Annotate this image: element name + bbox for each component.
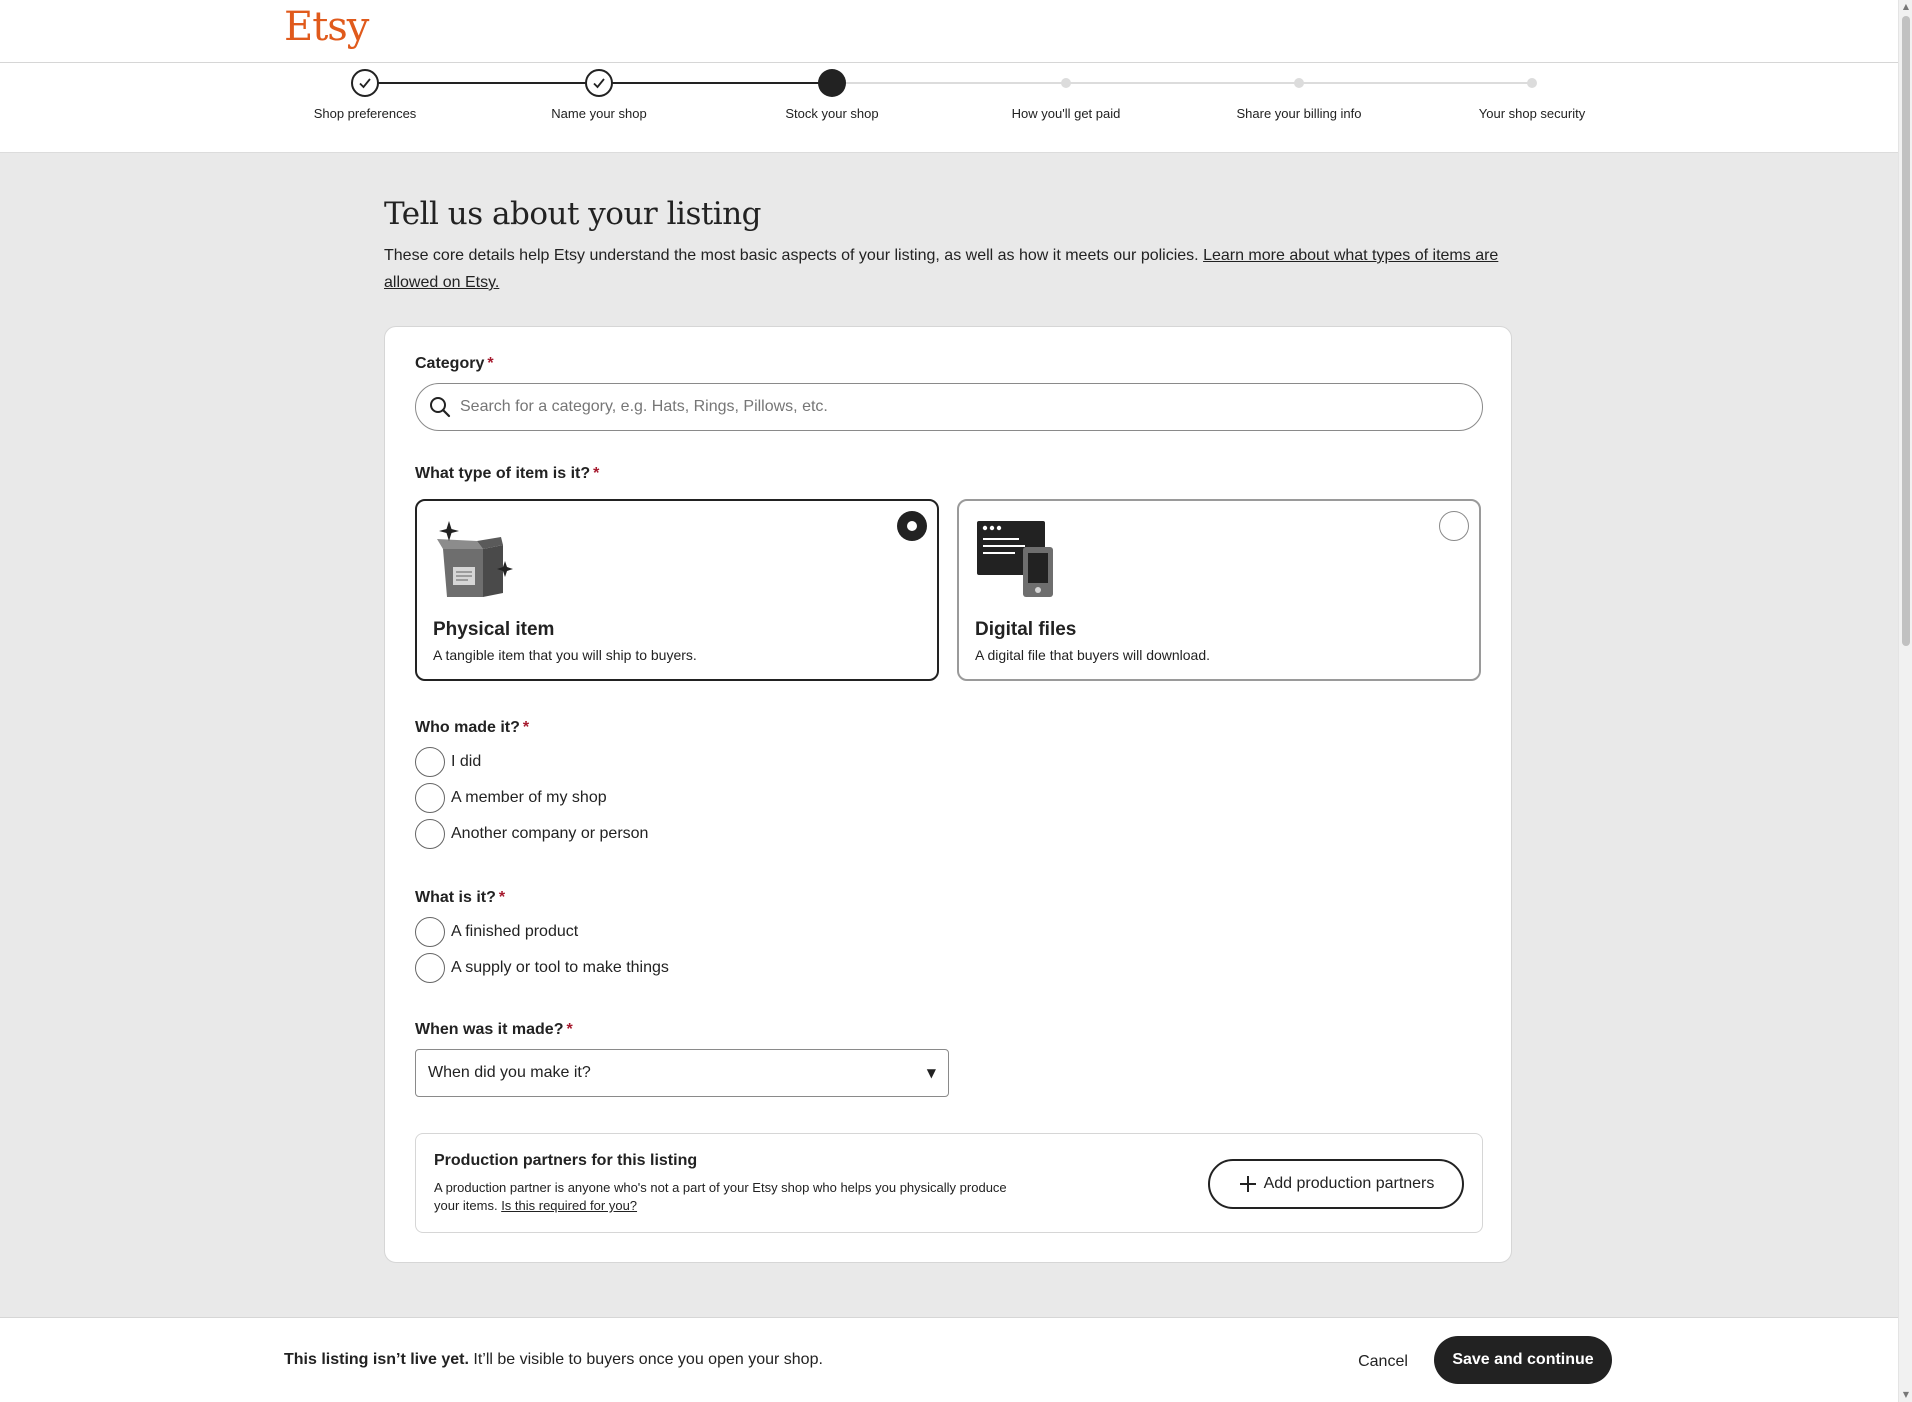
check-icon [585,69,613,97]
what-is-it-label: What is it? * [415,889,505,907]
radio-button[interactable] [415,917,445,947]
listing-status-bold: This listing isn’t live yet. [284,1351,469,1368]
item-type-label-text: What type of item is it? [415,465,591,482]
future-step-dot [1294,78,1304,88]
production-partners-description: A production partner is anyone who's not… [434,1179,1014,1215]
category-search-box[interactable] [415,383,1483,431]
step-label: Share your billing info [1236,106,1362,121]
when-made-label: When was it made? * [415,1021,573,1039]
listing-status-rest: It’ll be visible to buyers once you open… [468,1351,823,1368]
save-and-continue-button[interactable]: Save and continue [1434,1336,1612,1384]
who-made-label-text: Who made it? [415,719,520,736]
who-made-option-i-did[interactable]: I did [415,747,481,777]
step-name-your-shop[interactable]: Name your shop [479,63,719,121]
step-shop-preferences[interactable]: Shop preferences [245,63,485,121]
current-step-dot [818,69,846,97]
digital-files-description: A digital file that buyers will download… [975,647,1211,663]
step-label: Shop preferences [313,106,417,121]
digital-files-icon [977,521,1053,597]
etsy-logo[interactable]: Etsy [284,4,369,50]
radio-button[interactable] [415,819,445,849]
scroll-down-arrow-icon[interactable]: ▼ [1899,1388,1912,1402]
future-step-dot [1061,78,1071,88]
page-title: Tell us about your listing [384,196,762,232]
what-is-it-label-text: What is it? [415,889,496,906]
who-made-label: Who made it? * [415,719,529,737]
future-step-dot [1527,78,1537,88]
action-footer: This listing isn’t live yet. It’ll be vi… [0,1317,1898,1402]
step-shop-security: Your shop security [1412,63,1652,121]
package-icon [437,521,513,597]
required-marker: * [522,719,530,736]
when-made-label-text: When was it made? [415,1021,564,1038]
vertical-scrollbar[interactable]: ▲ ▼ [1898,0,1912,1402]
top-header: Etsy [0,0,1898,63]
plus-icon [1239,1176,1256,1192]
step-how-youll-get-paid: How you'll get paid [946,63,1186,121]
step-label: Your shop security [1478,106,1586,121]
cancel-button[interactable]: Cancel [1346,1341,1420,1383]
digital-files-option[interactable]: Digital files A digital file that buyers… [957,499,1481,681]
radio-label: A member of my shop [451,789,607,806]
what-is-it-option-finished-product[interactable]: A finished product [415,917,578,947]
what-is-it-option-supply[interactable]: A supply or tool to make things [415,953,669,983]
radio-label: I did [451,753,482,770]
required-marker: * [593,465,600,482]
physical-item-description: A tangible item that you will ship to bu… [433,647,697,663]
listing-form-card: Category* What type of item is it?* Phys… [384,326,1512,1263]
progress-stepper: Shop preferences Name your shop Stock yo… [0,63,1898,153]
description-text: These core details help Etsy understand … [384,247,1204,264]
radio-label: A finished product [451,923,579,940]
scrollbar-thumb[interactable] [1902,16,1910,646]
step-share-billing-info: Share your billing info [1179,63,1419,121]
radio-button[interactable] [415,747,445,777]
radio-label: A supply or tool to make things [451,959,669,976]
who-made-option-another-company[interactable]: Another company or person [415,819,648,849]
physical-item-radio[interactable] [897,511,927,541]
category-label: Category * [415,355,494,373]
radio-button[interactable] [415,953,445,983]
physical-item-option[interactable]: Physical item A tangible item that you w… [415,499,939,681]
step-label: How you'll get paid [1011,106,1121,121]
step-label: Stock your shop [785,106,879,121]
add-production-partners-label: Add production partners [1263,1175,1435,1192]
item-type-label: What type of item is it? * [415,465,599,483]
production-partners-panel: Production partners for this listing A p… [415,1133,1483,1233]
who-made-option-shop-member[interactable]: A member of my shop [415,783,607,813]
step-label: Name your shop [551,106,647,121]
radio-button[interactable] [415,783,445,813]
digital-files-radio[interactable] [1439,511,1469,541]
required-marker: * [566,1021,573,1038]
check-icon [351,69,379,97]
add-production-partners-button[interactable]: Add production partners [1208,1159,1464,1209]
when-made-selected-value: When did you make it? [428,1064,591,1081]
category-label-text: Category [415,355,485,372]
digital-files-title: Digital files [975,619,1077,640]
required-marker: * [498,889,506,906]
category-search-input[interactable] [460,398,1460,416]
when-made-select[interactable]: When did you make it? ▼ [415,1049,949,1097]
listing-status-message: This listing isn’t live yet. It’ll be vi… [284,1351,823,1369]
page-description: These core details help Etsy understand … [384,242,1514,296]
required-marker: * [487,355,494,372]
production-partners-title: Production partners for this listing [434,1152,698,1169]
radio-label: Another company or person [451,825,649,842]
physical-item-title: Physical item [433,619,555,640]
step-stock-your-shop: Stock your shop [712,63,952,121]
scroll-up-arrow-icon[interactable]: ▲ [1899,0,1912,14]
caret-down-icon: ▼ [926,1066,936,1080]
search-icon [430,397,451,418]
required-info-link[interactable]: Is this required for you? [501,1198,637,1213]
